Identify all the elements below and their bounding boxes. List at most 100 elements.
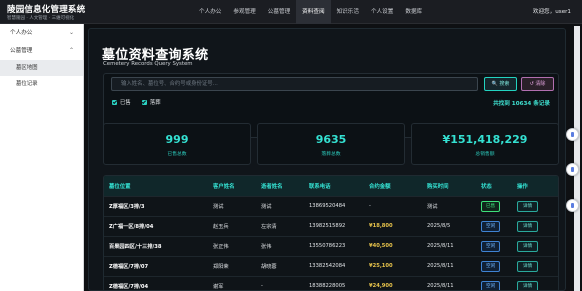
cell-action: 详情 xyxy=(512,255,558,276)
column-header: 墓位位置 xyxy=(104,176,208,196)
cell-location: 百果园四区/十三排/38 xyxy=(104,235,208,256)
stat-label: 已售总数 xyxy=(167,152,187,157)
status-badge: 已售 xyxy=(481,200,501,212)
table-row[interactable]: Z德福区/7排/07 郑阳荣 胡晓蓉 13382542084 ¥25,100 2… xyxy=(104,255,558,276)
status-badge: 空闲 xyxy=(481,220,501,232)
nav-item-records-lookup[interactable]: 资料查阅 xyxy=(296,0,331,24)
nav-item-visit-management[interactable]: 参观管理 xyxy=(227,0,261,24)
search-input[interactable] xyxy=(111,77,478,91)
checkbox-checked-icon xyxy=(141,99,147,105)
stat-label: 总销售额 xyxy=(475,152,495,157)
cell-amount: ¥40,500 xyxy=(364,235,422,256)
cell-date: 测试 xyxy=(422,195,476,216)
brand-title: 陵园信息化管理系统 xyxy=(7,5,86,15)
column-header: 联系电话 xyxy=(304,176,364,196)
stat-label: 落葬总数 xyxy=(321,152,341,157)
cell-amount: ¥25,100 xyxy=(364,255,422,276)
checkbox-checked-icon xyxy=(112,99,117,105)
cell-location: Z厚福区/3排/3 xyxy=(104,195,208,216)
sidebar: 个人办公 ⌄ 公墓管理 ⌃ 墓区地图 墓位记录 xyxy=(0,24,84,291)
table-row[interactable]: Z德福区/7排/04 谢军 - 18388228005 ¥24,900 2025… xyxy=(104,275,558,290)
records-table: 墓位位置 客户姓名 逝者姓名 联系电话 合约金额 购买时间 状态 操作 Z厚福区… xyxy=(103,175,559,290)
cell-deceased: 张伟 xyxy=(256,235,304,256)
table-row[interactable]: Z广福一区/8排/04 赵玉兵 左宗清 13982515892 ¥18,800 … xyxy=(104,215,558,236)
cell-status: 空闲 xyxy=(476,275,512,290)
detail-button[interactable]: 详情 xyxy=(517,280,539,290)
cell-action: 详情 xyxy=(512,195,558,216)
cell-status: 已售 xyxy=(476,195,512,216)
stat-value: 9635 xyxy=(315,133,347,146)
filter-label: 已售 xyxy=(120,100,131,106)
user-greeting[interactable]: 欢迎您，user1 xyxy=(533,0,571,24)
floating-tool-icon[interactable] xyxy=(566,128,579,141)
nav-item-cemetery-management[interactable]: 公墓管理 xyxy=(262,0,296,24)
page-subtitle: Cemetery Records Query System xyxy=(103,61,193,67)
stat-value: ¥151,418,229 xyxy=(442,133,528,146)
column-header: 操作 xyxy=(512,176,558,196)
column-header: 购买时间 xyxy=(422,176,476,196)
cell-customer: 谢军 xyxy=(208,275,256,290)
cell-amount: ¥18,800 xyxy=(364,215,422,236)
nav-item-personal-settings[interactable]: 个人设置 xyxy=(365,0,399,24)
stat-card-buried: 9635 落葬总数 xyxy=(257,123,405,165)
main-panel: 墓位资料查询系统 Cemetery Records Query System 🔍… xyxy=(88,28,566,291)
table-row[interactable]: 百果园四区/十三排/38 张正伟 张伟 13550786223 ¥40,500 … xyxy=(104,235,558,256)
filter-buried-checkbox[interactable]: 落葬 xyxy=(141,98,161,106)
nav-item-knowledge[interactable]: 知识乐活 xyxy=(331,0,365,24)
nav-item-personal-office[interactable]: 个人办公 xyxy=(193,0,227,24)
cell-phone: 13382542084 xyxy=(304,255,364,276)
sidebar-item-plot-records[interactable]: 墓位记录 xyxy=(0,76,83,92)
detail-button[interactable]: 详情 xyxy=(517,260,539,272)
result-count: 共找到 10634 条记录 xyxy=(493,101,550,107)
cell-phone: 13982515892 xyxy=(304,215,364,236)
detail-button[interactable]: 详情 xyxy=(517,240,539,252)
table-header-row: 墓位位置 客户姓名 逝者姓名 联系电话 合约金额 购买时间 状态 操作 xyxy=(104,176,558,196)
cell-action: 详情 xyxy=(512,235,558,256)
cell-status: 空闲 xyxy=(476,255,512,276)
cell-deceased: - xyxy=(256,275,304,290)
stat-card-sold: 999 已售总数 xyxy=(103,123,251,165)
detail-button[interactable]: 详情 xyxy=(517,200,539,212)
cell-location: Z德福区/7排/04 xyxy=(104,275,208,290)
cell-customer: 赵玉兵 xyxy=(208,215,256,236)
floating-tool-icon[interactable] xyxy=(566,199,579,212)
chevron-up-icon: ⌃ xyxy=(68,47,74,54)
column-header: 状态 xyxy=(476,176,512,196)
column-header: 逝者姓名 xyxy=(256,176,304,196)
detail-button[interactable]: 详情 xyxy=(517,220,539,232)
stat-card-revenue: ¥151,418,229 总销售额 xyxy=(411,123,559,165)
cell-deceased: 胡晓蓉 xyxy=(256,255,304,276)
cell-location: Z广福一区/8排/04 xyxy=(104,215,208,236)
status-badge: 空闲 xyxy=(481,280,501,290)
sidebar-item-cemetery-map[interactable]: 墓区地图 xyxy=(0,60,83,76)
cell-phone: 13550786223 xyxy=(304,235,364,256)
cell-action: 详情 xyxy=(512,215,558,236)
cell-action: 详情 xyxy=(512,275,558,290)
filter-label: 落葬 xyxy=(149,100,161,106)
cell-date: 2025/8/11 xyxy=(422,235,476,256)
top-bar: 陵园信息化管理系统 智慧陵园 · 人文管理 · 三維可视化 个人办公 参观管理 … xyxy=(0,0,582,24)
table-row[interactable]: Z厚福区/3排/3 测试 测试 13869520484 - 测试 已售 详情 xyxy=(104,195,558,216)
sidebar-group-label: 个人办公 xyxy=(10,30,33,36)
sidebar-group-label: 公墓管理 xyxy=(10,48,33,54)
cell-phone: 13869520484 xyxy=(304,195,364,216)
cell-amount: ¥24,900 xyxy=(364,275,422,290)
nav-item-database[interactable]: 数据库 xyxy=(399,0,428,24)
floating-tool-icon[interactable] xyxy=(566,163,579,176)
cell-status: 空闲 xyxy=(476,235,512,256)
top-nav: 个人办公 参观管理 公墓管理 资料查阅 知识乐活 个人设置 数据库 xyxy=(193,0,428,24)
clear-button[interactable]: ↺ 清除 xyxy=(521,77,554,91)
cell-deceased: 测试 xyxy=(256,195,304,216)
search-button[interactable]: 🔍 搜索 xyxy=(484,77,517,91)
cell-customer: 张正伟 xyxy=(208,235,256,256)
brand-subtitle: 智慧陵园 · 人文管理 · 三維可视化 xyxy=(7,16,75,21)
sidebar-group-cemetery-management[interactable]: 公墓管理 ⌃ xyxy=(0,42,83,60)
cell-deceased: 左宗清 xyxy=(256,215,304,236)
chevron-down-icon: ⌄ xyxy=(68,29,74,36)
sidebar-group-personal-office[interactable]: 个人办公 ⌄ xyxy=(0,24,83,42)
cell-date: 2025/8/11 xyxy=(422,275,476,290)
page-scrollbar[interactable] xyxy=(574,26,580,291)
stat-value: 999 xyxy=(165,133,189,146)
filter-sold-checkbox[interactable]: 已售 xyxy=(112,98,131,106)
cell-customer: 测试 xyxy=(208,195,256,216)
